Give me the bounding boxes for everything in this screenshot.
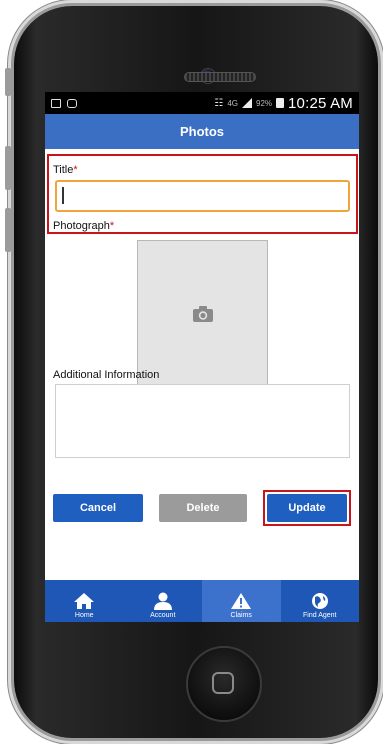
home-square-icon bbox=[212, 672, 234, 694]
photo-upload-area[interactable] bbox=[137, 240, 268, 388]
nav-item-claims[interactable]: Claims bbox=[202, 580, 281, 622]
additional-info-label: Additional Information bbox=[53, 369, 160, 381]
gallery-notification-icon bbox=[51, 98, 61, 108]
app-screen: ☷ 4G 92% 10:25 AM Photos Title* Photogra… bbox=[45, 92, 359, 622]
warning-icon bbox=[231, 593, 252, 609]
photograph-label-text: Photograph bbox=[53, 220, 110, 232]
volume-down-button bbox=[5, 208, 11, 252]
update-button[interactable]: Update bbox=[267, 494, 347, 522]
battery-icon bbox=[276, 98, 285, 108]
status-bar: ☷ 4G 92% 10:25 AM bbox=[45, 92, 359, 114]
volume-up-button bbox=[5, 146, 11, 190]
nav-label-find-agent: Find Agent bbox=[303, 612, 337, 619]
delete-button[interactable]: Delete bbox=[159, 494, 247, 522]
page-title: Photos bbox=[179, 124, 225, 139]
bottom-nav: Home Account Claims Find Agent bbox=[45, 580, 359, 622]
home-icon bbox=[74, 593, 95, 609]
camera-notification-icon bbox=[67, 98, 77, 108]
required-marker: * bbox=[109, 220, 115, 232]
nav-label-account: Account bbox=[150, 612, 176, 619]
title-label: Title* bbox=[53, 164, 78, 176]
cancel-button[interactable]: Cancel bbox=[53, 494, 143, 522]
nav-item-account[interactable]: Account bbox=[124, 580, 203, 622]
network-label: 4G bbox=[227, 98, 238, 108]
required-marker: * bbox=[73, 164, 78, 176]
home-button[interactable] bbox=[186, 646, 262, 722]
additional-info-textarea[interactable] bbox=[55, 384, 350, 458]
app-bar: Photos bbox=[45, 114, 359, 149]
nav-label-home: Home bbox=[74, 612, 94, 619]
battery-percent: 92% bbox=[256, 98, 273, 108]
account-icon bbox=[153, 592, 172, 610]
photograph-label: Photograph* bbox=[53, 220, 114, 232]
title-input[interactable] bbox=[55, 180, 350, 212]
camera-icon bbox=[192, 306, 213, 322]
nav-item-home[interactable]: Home bbox=[45, 580, 124, 622]
title-label-text: Title bbox=[53, 164, 74, 176]
nav-item-find-agent[interactable]: Find Agent bbox=[281, 580, 360, 622]
text-caret bbox=[62, 187, 64, 204]
nav-label-claims: Claims bbox=[230, 612, 252, 619]
wifi-icon: ☷ bbox=[214, 97, 224, 109]
signal-icon bbox=[242, 98, 252, 108]
earpiece-speaker bbox=[184, 72, 256, 82]
mute-switch bbox=[5, 68, 11, 96]
clock: 10:25 AM bbox=[288, 94, 353, 112]
globe-icon bbox=[311, 593, 328, 609]
